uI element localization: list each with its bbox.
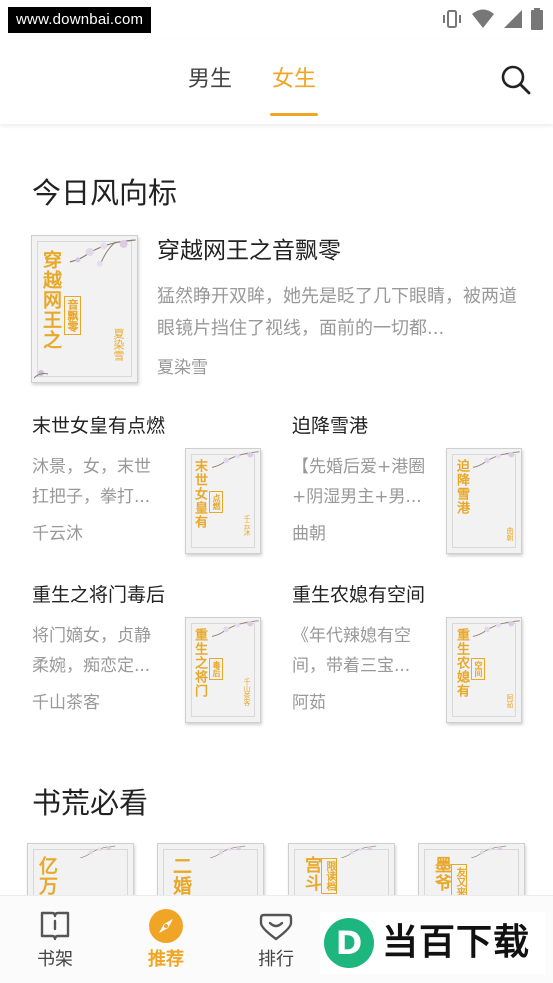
book-title[interactable]: 重生之将门毒后 bbox=[32, 582, 165, 608]
book-author: 千山茶客 bbox=[32, 693, 100, 713]
book-cover[interactable]: 穿越网王之 音飘零 夏染雪 bbox=[31, 235, 138, 383]
book-author: 千云沐 bbox=[32, 524, 83, 544]
compass-icon bbox=[149, 909, 183, 943]
top-tab-bar: 男生 女生 bbox=[0, 40, 553, 124]
book-description: 【先婚后爱+港圈+阴湿男主+男... bbox=[292, 457, 426, 507]
book-description: 将门嫡女，贞静柔婉，痴恋定... bbox=[32, 626, 151, 676]
book-cover[interactable]: 迫降雪港 曲朝 bbox=[446, 448, 522, 554]
book-description: 沐景，女，末世扛把子，拳打... bbox=[32, 457, 151, 507]
bookshelf-icon bbox=[40, 911, 70, 941]
tab-female[interactable]: 女生 bbox=[272, 66, 316, 94]
signal-icon bbox=[504, 10, 522, 28]
book-author: 阿茹 bbox=[292, 693, 326, 713]
book-cover[interactable]: 重生之将门 毒后 千山茶客 bbox=[185, 617, 261, 723]
nav-ranking[interactable]: 排行 bbox=[236, 896, 316, 983]
book-cover[interactable]: 宫斗 限读档 bbox=[288, 843, 395, 903]
search-button[interactable] bbox=[500, 64, 532, 96]
book-cover[interactable]: 二婚 bbox=[157, 843, 264, 903]
floral-decoration bbox=[69, 239, 136, 267]
tab-male[interactable]: 男生 bbox=[188, 66, 232, 94]
book-title[interactable]: 末世女皇有点燃 bbox=[32, 413, 165, 439]
status-icons bbox=[441, 8, 543, 30]
book-author: 夏染雪 bbox=[157, 358, 208, 378]
book-description: 《年代辣媳有空间，带着三宝... bbox=[292, 626, 411, 676]
book-cover[interactable]: 墨爷 友又来 bbox=[418, 843, 525, 903]
book-title[interactable]: 迫降雪港 bbox=[292, 413, 368, 439]
book-title[interactable]: 穿越网王之音飘零 bbox=[157, 236, 341, 266]
book-author: 曲朝 bbox=[292, 524, 326, 544]
nav-label: 书架 bbox=[37, 949, 73, 970]
nav-label: 排行 bbox=[258, 949, 294, 970]
wifi-icon bbox=[472, 9, 494, 28]
nav-recommend[interactable]: 推荐 bbox=[126, 896, 206, 983]
battery-icon bbox=[531, 8, 543, 30]
ranking-icon bbox=[259, 913, 293, 941]
section-title-must-read: 书荒必看 bbox=[32, 786, 149, 820]
svg-text:D: D bbox=[336, 924, 363, 962]
section-title-today: 今日风向标 bbox=[32, 176, 178, 210]
brand-watermark: D 当百下载 bbox=[320, 912, 545, 974]
brand-logo: D bbox=[324, 918, 374, 968]
nav-label: 推荐 bbox=[148, 949, 184, 970]
nav-bookshelf[interactable]: 书架 bbox=[15, 896, 95, 983]
status-bar: www.downbai.com bbox=[0, 0, 553, 40]
brand-text: 当百下载 bbox=[382, 922, 531, 963]
search-icon bbox=[501, 65, 531, 95]
active-tab-indicator bbox=[270, 113, 318, 116]
book-cover[interactable]: 末世女皇有 点燃 千云沐 bbox=[185, 448, 261, 554]
url-watermark: www.downbai.com bbox=[8, 7, 152, 33]
vibrate-icon bbox=[443, 10, 461, 28]
book-title[interactable]: 重生农媳有空间 bbox=[292, 582, 425, 608]
book-cover[interactable]: 重生农媳有 空间 阿茹 bbox=[446, 617, 522, 723]
book-description: 猛然睁开双眸，她先是眨了几下眼睛，被两道眼镜片挡住了视线，面前的一切都... bbox=[157, 286, 517, 339]
book-cover[interactable]: 亿万 bbox=[27, 843, 134, 903]
